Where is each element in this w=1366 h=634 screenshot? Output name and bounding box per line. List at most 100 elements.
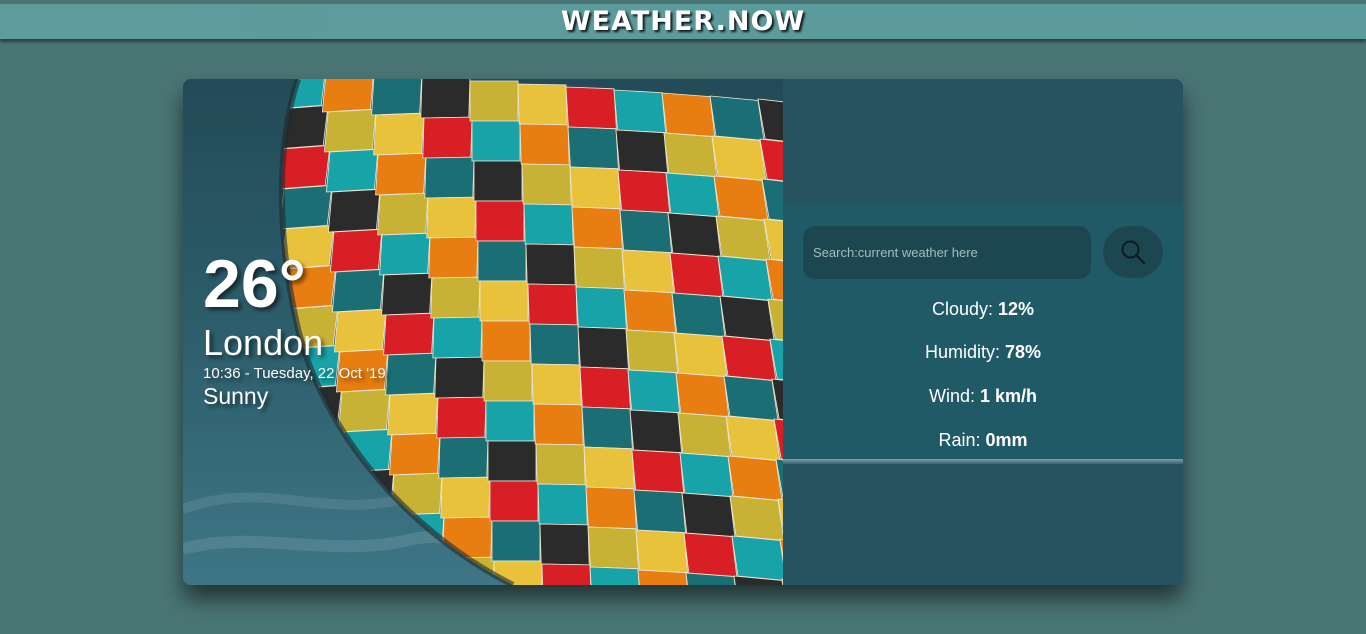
temperature: 26° — [203, 246, 306, 322]
balloon-panel — [587, 526, 639, 570]
hot-air-balloon-image: 26° London 10:36 - Tuesday, 22 Oct '19 S… — [183, 79, 783, 585]
wind-label: Wind: — [928, 386, 975, 406]
balloon-panel — [517, 83, 568, 126]
balloon-panel — [617, 169, 671, 214]
balloon-panel — [531, 363, 582, 406]
balloon-panel — [440, 476, 491, 519]
balloon-panel — [438, 436, 489, 479]
balloon-panel — [475, 200, 525, 242]
balloon-panel — [434, 356, 485, 399]
balloon-panel — [424, 156, 475, 199]
balloon-panel — [669, 252, 724, 298]
balloon-panel — [521, 163, 572, 206]
balloon-panel — [677, 412, 732, 458]
balloon-panel — [667, 212, 722, 258]
search-input[interactable] — [803, 226, 1091, 279]
balloon-panel — [523, 203, 574, 246]
balloon-panel — [489, 480, 539, 522]
balloon-panel — [519, 123, 570, 166]
balloon-panel — [426, 196, 477, 239]
balloon-panel — [729, 495, 783, 541]
balloon-panel — [573, 246, 625, 290]
balloon-panel — [487, 440, 537, 482]
balloon-panel — [629, 409, 683, 454]
balloon-panel — [731, 535, 783, 581]
balloon-panel — [679, 452, 734, 498]
balloon-panel — [471, 120, 521, 162]
balloon-panel — [589, 566, 641, 585]
balloon-panel — [619, 209, 673, 254]
balloon-panel — [327, 188, 381, 233]
date-time: 10:36 - Tuesday, 22 Oct '19 — [203, 365, 386, 382]
balloon-panel — [715, 215, 771, 261]
cloudy-value: 12% — [998, 299, 1035, 319]
balloon-panel — [673, 332, 728, 378]
details-panel: Cloudy: 12% Humidity: 78% Wind: 1 km/h R… — [783, 79, 1183, 585]
balloon-panel — [473, 160, 523, 202]
balloon-panel — [569, 166, 621, 210]
balloon-panel — [428, 236, 479, 279]
balloon-panel — [565, 86, 617, 130]
humidity-label: Humidity: — [924, 342, 1000, 362]
balloon-panel — [631, 449, 685, 494]
balloon-panel — [477, 240, 527, 282]
balloon-panel — [525, 243, 576, 286]
balloon-panel — [491, 520, 541, 562]
balloon-panel — [375, 152, 427, 196]
rain-value: 0mm — [985, 430, 1028, 450]
balloon-panel — [387, 392, 439, 436]
balloon-panel — [637, 569, 691, 585]
balloon-panel — [571, 206, 623, 250]
balloon-panel — [711, 135, 767, 181]
balloon-panel — [422, 116, 473, 159]
balloon-panel — [727, 455, 783, 501]
balloon-panel — [371, 79, 423, 116]
balloon-panel — [613, 89, 667, 134]
balloon-panel — [479, 280, 529, 322]
balloon-panel — [683, 532, 738, 578]
rain-stat: Rain: 0mm — [783, 429, 1183, 451]
balloon-panel — [577, 326, 629, 370]
balloon-panel — [321, 79, 375, 113]
balloon-panel — [483, 360, 533, 402]
balloon-panel — [579, 366, 631, 410]
balloon-panel — [713, 175, 769, 221]
balloon-panel — [585, 486, 637, 530]
balloon-panel — [527, 283, 578, 326]
balloon-panel — [541, 563, 592, 585]
balloon-panel — [539, 523, 590, 566]
city-name: London — [203, 322, 324, 363]
wind-value: 1 km/h — [980, 386, 1038, 406]
panel-divider — [783, 459, 1183, 464]
balloon-panel — [671, 292, 726, 338]
balloon-panel — [529, 323, 580, 366]
balloon-panel — [665, 172, 720, 218]
search-button[interactable] — [1103, 226, 1163, 278]
weather-card: 26° London 10:36 - Tuesday, 22 Oct '19 S… — [183, 79, 1183, 585]
balloon-panel — [469, 80, 519, 122]
balloon-panel — [681, 492, 736, 538]
cloudy-label: Cloudy: — [931, 299, 993, 319]
balloon-panel — [485, 400, 535, 442]
balloon-panel — [535, 443, 586, 486]
balloon-panel — [615, 129, 669, 174]
balloon-panel — [481, 320, 531, 362]
cloudy-stat: Cloudy: 12% — [783, 298, 1183, 320]
balloon-panel — [719, 295, 775, 341]
balloon-panel — [385, 352, 437, 396]
balloon-panel — [432, 316, 483, 359]
app-title: WEATHER.NOW — [560, 6, 806, 37]
rain-label: Rain: — [938, 430, 981, 450]
balloon-panel — [281, 184, 333, 230]
balloon-panel — [373, 112, 425, 156]
balloon-panel — [675, 372, 730, 418]
balloon-panel — [323, 108, 377, 153]
humidity-stat: Humidity: 78% — [783, 341, 1183, 363]
balloon-panel — [635, 529, 689, 574]
balloon-panel — [379, 232, 431, 276]
balloon-panel — [633, 489, 687, 534]
balloon-panel — [717, 255, 773, 301]
balloon-panel — [663, 132, 718, 178]
balloon-panel — [537, 483, 588, 526]
balloon-panel — [377, 192, 429, 236]
